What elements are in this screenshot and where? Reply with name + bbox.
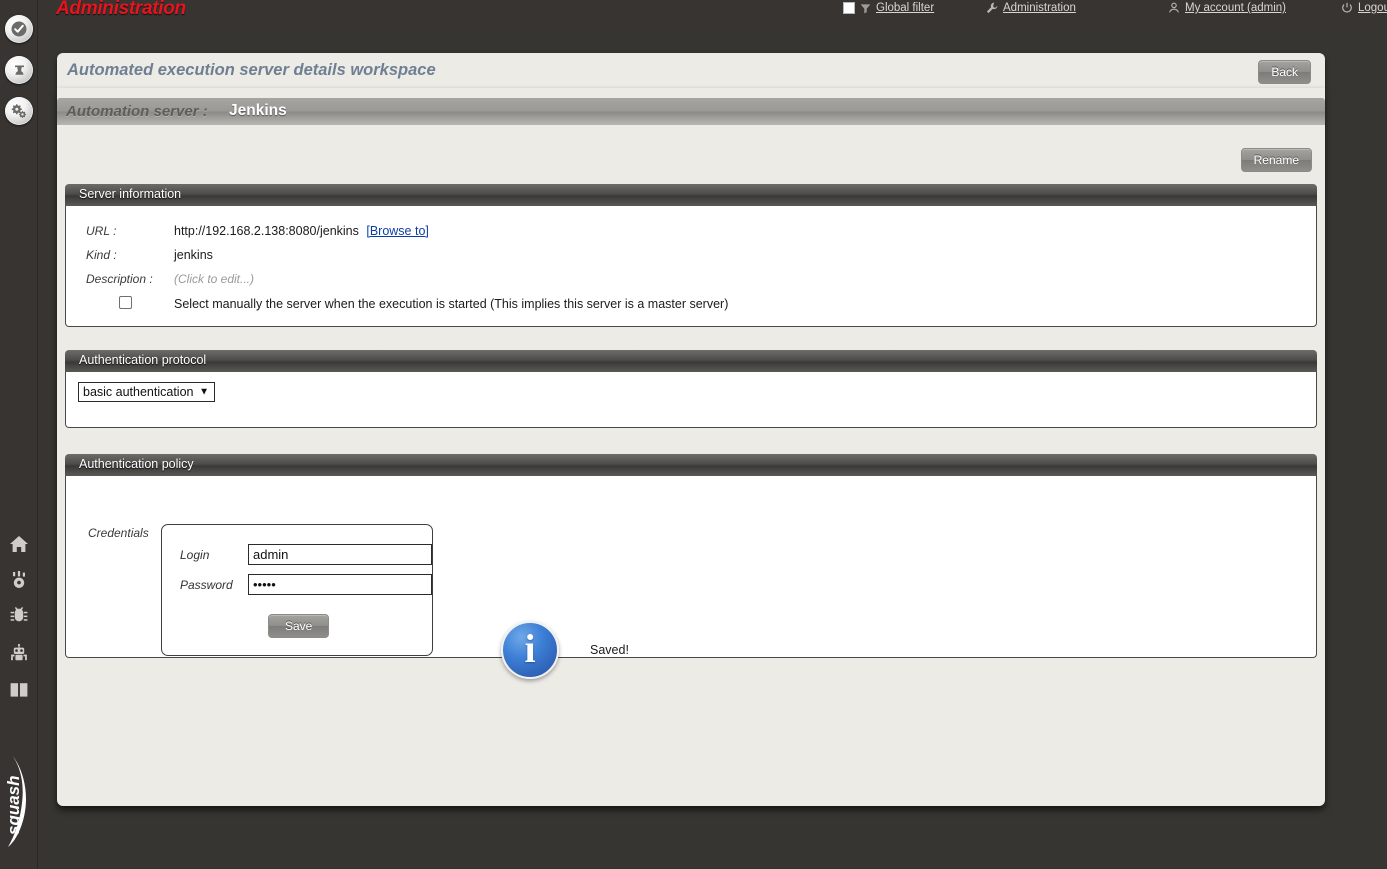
power-icon bbox=[1341, 2, 1353, 14]
login-input[interactable] bbox=[248, 544, 432, 565]
password-row: Password bbox=[162, 574, 432, 595]
status-message: Saved! bbox=[590, 643, 629, 657]
kind-label: Kind : bbox=[66, 248, 174, 262]
password-label: Password bbox=[162, 578, 248, 592]
sidebar-item-requirements[interactable] bbox=[4, 564, 34, 594]
rename-button[interactable]: Rename bbox=[1241, 148, 1312, 172]
global-filter-group[interactable]: Global filter bbox=[843, 2, 934, 14]
auth-protocol-select[interactable]: basic authentication bbox=[78, 382, 215, 402]
my-account-link[interactable]: My account (admin) bbox=[1185, 2, 1286, 14]
global-filter-checkbox[interactable] bbox=[843, 2, 855, 14]
sidebar-item-library[interactable] bbox=[4, 675, 34, 705]
wrench-icon bbox=[986, 2, 998, 14]
server-information-header: Server information bbox=[65, 184, 1317, 206]
login-row: Login bbox=[162, 544, 432, 565]
logout-link[interactable]: Logout bbox=[1358, 2, 1387, 14]
automation-robot-icon bbox=[8, 643, 30, 665]
kind-value: jenkins bbox=[174, 248, 213, 262]
user-icon bbox=[1168, 2, 1180, 14]
home-icon bbox=[8, 533, 30, 555]
browse-to-link[interactable]: [Browse to] bbox=[366, 224, 429, 238]
description-row: Description : (Click to edit...) bbox=[66, 272, 1316, 286]
sidebar-item-validation[interactable] bbox=[4, 14, 34, 44]
url-row: URL : http://192.168.2.138:8080/jenkins … bbox=[66, 224, 1316, 238]
info-icon: i bbox=[501, 621, 559, 679]
password-input[interactable] bbox=[248, 574, 432, 595]
status-icon-wrap: i bbox=[501, 621, 559, 679]
authentication-policy-header: Authentication policy bbox=[65, 454, 1317, 476]
entity-prefix-label: Automation server : bbox=[66, 103, 208, 120]
my-account-group[interactable]: My account (admin) bbox=[1168, 2, 1286, 14]
info-glyph: i bbox=[524, 629, 535, 669]
authentication-policy-panel: Authentication policy Credentials Login … bbox=[65, 454, 1317, 658]
library-book-icon bbox=[8, 679, 30, 701]
entity-header-bar: Automation server : Jenkins bbox=[57, 98, 1325, 125]
authentication-protocol-header: Authentication protocol bbox=[65, 350, 1317, 372]
back-button[interactable]: Back bbox=[1258, 60, 1311, 84]
description-value[interactable]: (Click to edit...) bbox=[174, 272, 254, 286]
entity-name-label: Jenkins bbox=[229, 102, 287, 120]
administration-link[interactable]: Administration bbox=[1003, 2, 1076, 14]
gears-icon bbox=[5, 97, 33, 125]
sidebar-item-bugtracker[interactable] bbox=[4, 599, 34, 629]
global-filter-link[interactable]: Global filter bbox=[876, 2, 934, 14]
authentication-protocol-body: basic authentication ▼ bbox=[65, 372, 1317, 428]
workspace-title-bar: Automated execution server details works… bbox=[57, 53, 1325, 88]
login-label: Login bbox=[162, 548, 248, 562]
credentials-legend: Credentials bbox=[88, 526, 149, 540]
sidebar-item-campaign[interactable] bbox=[4, 55, 34, 85]
save-button[interactable]: Save bbox=[268, 614, 329, 638]
requirements-icon bbox=[8, 568, 30, 590]
server-information-panel: Server information URL : http://192.168.… bbox=[65, 184, 1317, 327]
squash-logo: squash bbox=[0, 741, 38, 861]
left-sidebar: squash bbox=[0, 0, 38, 869]
administration-group[interactable]: Administration bbox=[986, 2, 1076, 14]
logout-group[interactable]: Logout bbox=[1341, 2, 1387, 14]
validation-icon bbox=[5, 15, 33, 43]
url-label: URL : bbox=[66, 224, 174, 238]
sidebar-item-home[interactable] bbox=[4, 529, 34, 559]
credentials-box: Login Password Save bbox=[161, 524, 433, 656]
page-section-title: Administration bbox=[56, 0, 186, 20]
manual-select-checkbox[interactable] bbox=[119, 296, 132, 309]
auth-protocol-select-wrap[interactable]: basic authentication ▼ bbox=[78, 382, 215, 402]
url-value: http://192.168.2.138:8080/jenkins bbox=[174, 224, 359, 238]
manual-select-label: Select manually the server when the exec… bbox=[174, 297, 728, 311]
kind-row: Kind : jenkins bbox=[66, 248, 1316, 262]
manual-select-row: Select manually the server when the exec… bbox=[66, 296, 1316, 312]
authentication-policy-title: Authentication policy bbox=[79, 457, 194, 471]
sidebar-item-automation[interactable] bbox=[4, 639, 34, 669]
authentication-policy-body: Credentials Login Password Save bbox=[65, 476, 1317, 658]
sidebar-item-administration[interactable] bbox=[4, 96, 34, 126]
description-label: Description : bbox=[66, 272, 174, 286]
server-information-title: Server information bbox=[79, 187, 181, 201]
content-panel: Automation server : Jenkins Rename Serve… bbox=[57, 88, 1325, 806]
authentication-protocol-title: Authentication protocol bbox=[79, 353, 206, 367]
filter-icon bbox=[860, 3, 871, 14]
bug-icon bbox=[8, 603, 30, 625]
campaign-icon bbox=[5, 56, 33, 84]
page-title: Automated execution server details works… bbox=[67, 61, 436, 80]
top-bar: Administration Global filter Administrat… bbox=[38, 0, 1387, 22]
url-value-group: http://192.168.2.138:8080/jenkins [Brows… bbox=[174, 224, 429, 238]
authentication-protocol-panel: Authentication protocol basic authentica… bbox=[65, 350, 1317, 428]
server-information-body: URL : http://192.168.2.138:8080/jenkins … bbox=[65, 206, 1317, 327]
